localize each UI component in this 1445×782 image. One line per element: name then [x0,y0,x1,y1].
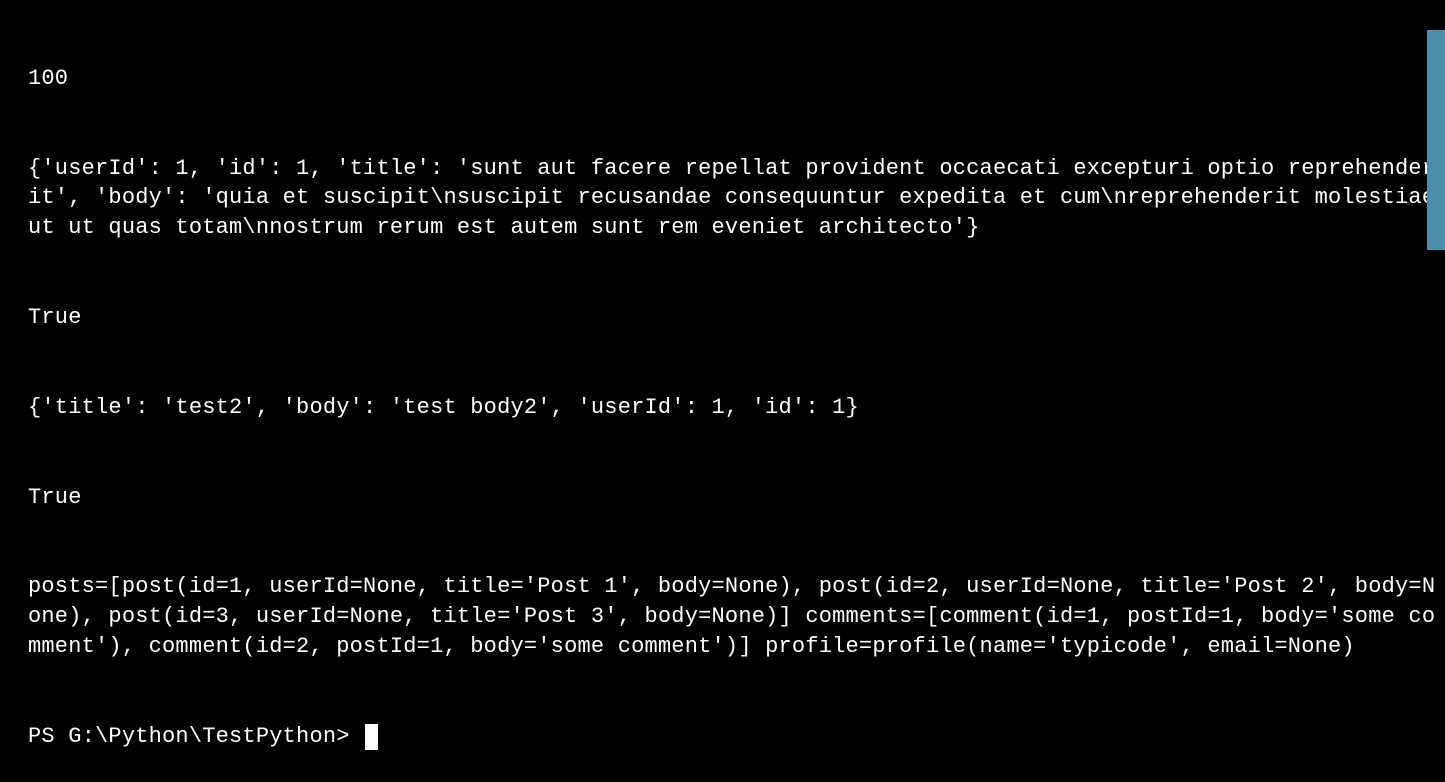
output-line-dict2: {'title': 'test2', 'body': 'test body2',… [28,393,1445,423]
scrollbar-track[interactable] [1427,0,1445,501]
output-line-dict1: {'userId': 1, 'id': 1, 'title': 'sunt au… [28,154,1445,244]
output-line-bool2: True [28,483,1445,513]
output-line-count: 100 [28,64,1445,94]
output-line-posts: posts=[post(id=1, userId=None, title='Po… [28,572,1445,662]
terminal-output-area[interactable]: 100 {'userId': 1, 'id': 1, 'title': 'sun… [28,4,1445,782]
scrollbar-thumb[interactable] [1427,30,1445,250]
prompt-line[interactable]: PS G:\Python\TestPython> [28,722,1445,752]
output-line-bool1: True [28,303,1445,333]
prompt-text: PS G:\Python\TestPython> [28,722,363,752]
cursor-icon [365,724,378,750]
